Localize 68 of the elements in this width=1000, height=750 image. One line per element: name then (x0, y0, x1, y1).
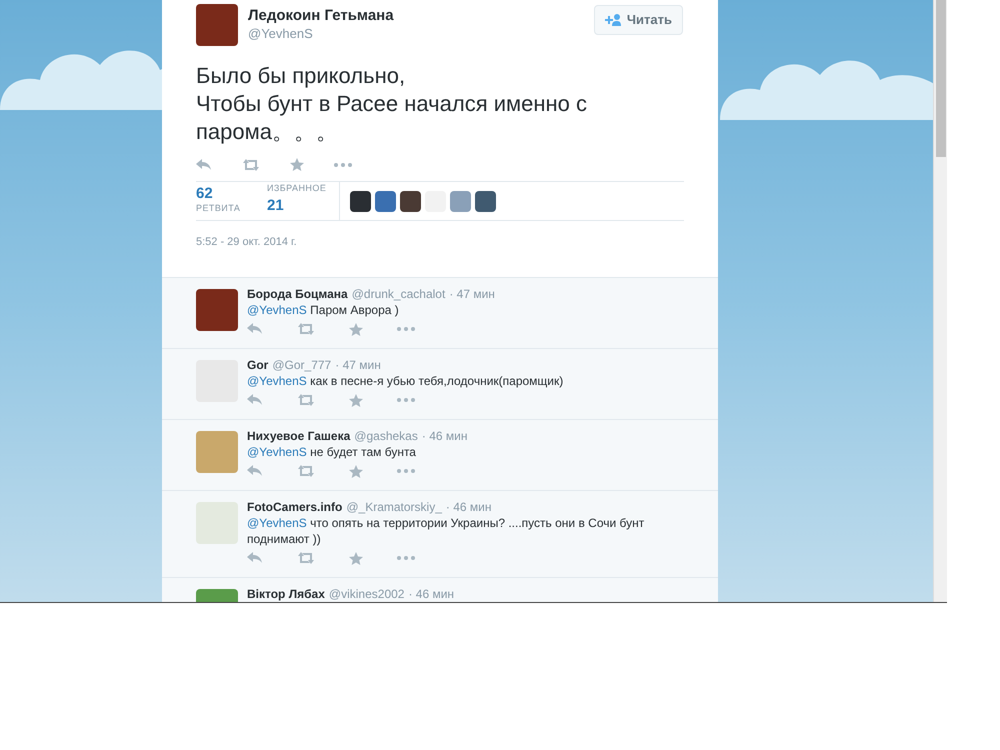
reply-text: @YevhenS что опять на территории Украины? ....пусть они в Сочи бунт поднимают )) (247, 514, 646, 546)
stat-count[interactable]: 62 (196, 186, 267, 202)
more-icon[interactable] (397, 327, 415, 331)
reply-icon[interactable] (247, 323, 263, 335)
reply-author-name[interactable]: Борода Боцмана (247, 286, 348, 302)
mention-link[interactable]: @YevhenS (247, 516, 307, 530)
favoriter-avatar[interactable] (400, 190, 421, 212)
avatar-placeholder (196, 430, 238, 472)
reply-time[interactable]: · 46 мин (446, 498, 492, 514)
tweet-text: Чтобы бунт в Расее начался именно с (196, 90, 588, 118)
reply-author-handle[interactable]: @Gor_777 (272, 356, 332, 372)
reply-text: @YevhenS не будет там бунта (247, 444, 417, 460)
star-icon[interactable] (349, 464, 363, 478)
follow-button[interactable]: Читать (594, 5, 683, 35)
star-icon[interactable] (349, 322, 363, 336)
reply-time[interactable]: · 47 мин (335, 356, 381, 372)
tweet-text: Было бы прикольно, (196, 62, 406, 90)
more-icon[interactable] (397, 556, 415, 560)
retweet-icon[interactable] (297, 323, 315, 335)
scrollbar[interactable] (933, 0, 947, 602)
star-icon[interactable] (290, 158, 304, 171)
reply-item[interactable]: Нихуевое Гашека @gashekas · 46 мин @YevhenS не будет там бунта (162, 420, 718, 490)
tweet-text: парома。。。 (196, 118, 339, 146)
retweet-icon[interactable] (242, 158, 260, 170)
reply-time[interactable]: · 46 мин (422, 428, 468, 444)
avatar-placeholder (196, 502, 238, 544)
reply-item[interactable]: Борода Боцмана @drunk_cachalot · 47 мин @YevhenS Паром Аврора ) (162, 278, 718, 348)
author-handle: @YevhenS (248, 25, 314, 43)
mention-link[interactable]: @YevhenS (247, 302, 307, 316)
avatar-placeholder (196, 288, 238, 330)
reply-author-handle[interactable]: @vikines2002 (328, 586, 404, 602)
mention-link[interactable]: @YevhenS (247, 444, 307, 458)
reply-author-name[interactable]: Нихуевое Гашека (247, 428, 350, 444)
reply-author-name[interactable]: FotoCamers.info (247, 498, 342, 514)
reply-author-handle[interactable]: @drunk_cachalot (352, 286, 446, 302)
reply-author-handle[interactable]: @_Kramatorskiy_ (346, 498, 442, 514)
more-icon[interactable] (397, 398, 415, 402)
reply-item[interactable]: FotoCamers.info @_Kramatorskiy_ · 46 мин @YevhenS что опять на территории Украины? ....пусть они в Сочи бунт поднимают )) (162, 490, 718, 578)
reply-icon[interactable] (247, 465, 263, 477)
stat-label: ИЗБРАННОЕ (267, 182, 328, 195)
reply-text: @YevhenS Паром Аврора ) (247, 302, 400, 318)
reply-author-name[interactable]: Gor (247, 356, 268, 372)
star-icon[interactable] (349, 552, 363, 564)
reply-icon[interactable] (196, 158, 212, 170)
author-name: Ледокоин Гетьмана (248, 7, 394, 25)
favoriter-avatar[interactable] (475, 190, 496, 212)
mention-link[interactable]: @YevhenS (247, 374, 307, 388)
reply-time[interactable]: · 46 мин (408, 586, 454, 602)
stat-count[interactable]: 21 (267, 198, 339, 214)
stat-label: РЕТВИТА (196, 202, 242, 216)
reply-icon[interactable] (247, 552, 263, 564)
retweet-icon[interactable] (297, 552, 315, 564)
avatar-placeholder (196, 4, 238, 46)
retweet-icon[interactable] (297, 465, 315, 477)
more-icon[interactable] (334, 162, 352, 166)
retweet-icon[interactable] (297, 394, 315, 406)
add-user-icon (604, 14, 621, 26)
more-icon[interactable] (397, 469, 415, 473)
reply-icon[interactable] (247, 394, 263, 406)
favoriter-avatar[interactable] (350, 190, 371, 212)
tweet-timestamp: 5:52 - 29 окт. 2014 г. (196, 235, 298, 250)
reply-time[interactable]: · 47 мин (449, 286, 495, 302)
reply-text: @YevhenS как в песне-я убью тебя,лодочник(паромщик) (247, 372, 564, 388)
reply-item[interactable]: Gor @Gor_777 · 47 мин @YevhenS как в песне-я убью тебя,лодочник(паромщик) (162, 348, 718, 420)
reply-author-handle[interactable]: @gashekas (354, 428, 418, 444)
reply-item[interactable]: Віктор Лябах @vikines2002 · 46 мин (162, 578, 718, 602)
star-icon[interactable] (349, 394, 363, 406)
reply-author-name[interactable]: Віктор Лябах (247, 586, 325, 602)
